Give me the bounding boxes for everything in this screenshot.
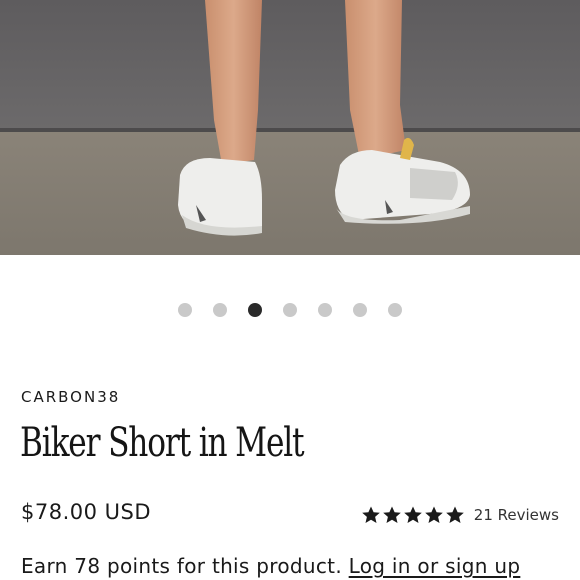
star-icon <box>445 506 464 523</box>
gallery-dot[interactable] <box>388 303 402 317</box>
star-icon <box>424 506 443 523</box>
rating-summary[interactable]: 21 Reviews <box>361 505 559 525</box>
star-icon <box>361 506 380 523</box>
rewards-text: Earn 78 points for this product. <box>21 554 342 578</box>
gallery-pagination <box>0 303 580 317</box>
gallery-dot[interactable] <box>283 303 297 317</box>
gallery-dot[interactable] <box>178 303 192 317</box>
product-image[interactable] <box>0 0 580 255</box>
brand-name[interactable]: CARBON38 <box>21 388 120 406</box>
gallery-dot[interactable] <box>353 303 367 317</box>
rating-stars <box>361 505 465 525</box>
star-icon <box>382 506 401 523</box>
product-title: Biker Short in Melt <box>20 420 305 466</box>
reviews-count[interactable]: 21 Reviews <box>474 506 559 524</box>
product-price: $78.00 USD <box>21 500 152 524</box>
gallery-dot[interactable] <box>248 303 262 317</box>
rewards-message: Earn 78 points for this product. Log in … <box>21 554 520 578</box>
gallery-dot[interactable] <box>318 303 332 317</box>
star-icon <box>403 506 422 523</box>
login-signup-link[interactable]: Log in or sign up <box>349 554 521 578</box>
gallery-dot[interactable] <box>213 303 227 317</box>
